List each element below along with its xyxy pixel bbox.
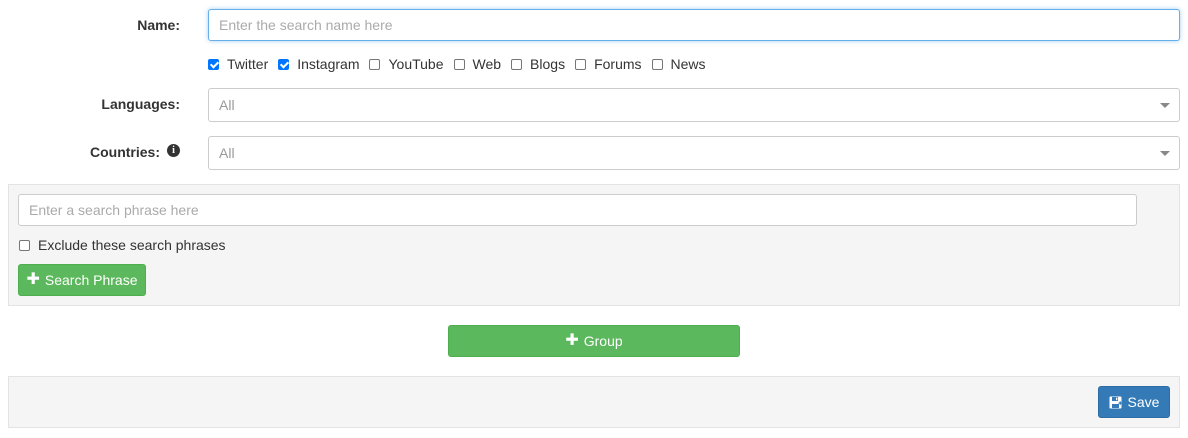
channel-checkbox-youtube[interactable] [369,58,381,70]
channel-checkbox-news[interactable] [651,58,663,70]
channel-option-news[interactable]: News [651,56,706,72]
exclude-phrases-label: Exclude these search phrases [38,237,226,253]
countries-label: Countries: [90,144,160,160]
add-search-phrase-label: Search Phrase [44,272,138,288]
chevron-down-icon [1160,151,1170,156]
add-group-button[interactable]: ✚ Group [448,325,740,357]
countries-selected-value: All [219,145,235,161]
channel-checkbox-forums[interactable] [575,58,587,70]
name-label: Name: [137,17,180,33]
chevron-down-icon [1160,103,1170,108]
channel-checkbox-twitter[interactable] [208,58,219,70]
channel-label: YouTube [388,56,444,72]
channel-option-forums[interactable]: Forums [575,56,642,72]
save-label: Save [1127,394,1160,410]
channel-option-web[interactable]: Web [453,56,502,72]
save-button[interactable]: Save [1098,386,1170,418]
plus-icon: ✚ [26,271,40,288]
search-name-input[interactable] [208,9,1180,41]
languages-select[interactable]: All [208,88,1180,122]
channel-label: Instagram [297,56,360,72]
channel-option-twitter[interactable]: Twitter [208,56,268,72]
channel-label: Twitter [227,56,269,72]
channel-label: Blogs [530,56,566,72]
channel-option-instagram[interactable]: Instagram [278,56,359,72]
channel-label: Web [472,56,502,72]
plus-icon: ✚ [565,332,579,349]
exclude-phrases-option[interactable]: Exclude these search phrases [19,237,226,253]
languages-selected-value: All [219,97,235,113]
save-icon [1109,396,1122,408]
search-phrase-input[interactable] [18,194,1137,226]
channel-checkbox-instagram[interactable] [278,58,290,70]
channel-option-youtube[interactable]: YouTube [369,56,444,72]
exclude-phrases-checkbox[interactable] [19,239,30,251]
channel-checkbox-web[interactable] [453,58,465,70]
add-search-phrase-button[interactable]: ✚ Search Phrase [18,264,146,296]
channel-checkbox-blogs[interactable] [511,58,523,70]
channel-checkbox-group: Twitter Instagram YouTube Web Blogs Forums New… [208,56,716,72]
channel-option-blogs[interactable]: Blogs [511,56,565,72]
add-group-label: Group [583,333,623,349]
search-editor-form: Name: Twitter Instagram YouTube Web Blogs For… [0,0,1188,438]
countries-select[interactable]: All [208,136,1180,170]
channel-label: News [670,56,706,72]
form-footer [8,376,1180,428]
languages-label: Languages: [101,96,180,112]
info-circle-icon[interactable]: i [167,144,180,157]
channel-label: Forums [594,56,642,72]
